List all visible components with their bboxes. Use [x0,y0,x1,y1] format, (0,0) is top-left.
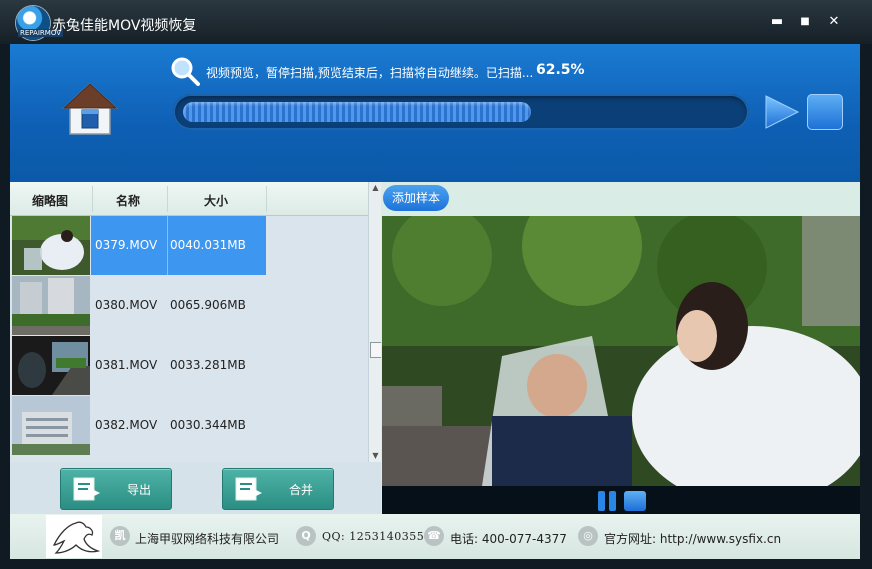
export-button[interactable]: 导出 [60,468,172,510]
file-name: 0379.MOV [95,238,158,252]
pause-icon[interactable] [596,491,618,511]
file-size: 0065.906MB [170,298,246,312]
file-row[interactable]: 0379.MOV 0040.031MB [10,216,368,276]
file-size: 0030.344MB [170,418,246,432]
title-bar[interactable]: REPAIRMOV 赤兔佳能MOV视频恢复 ▬ ■ ✕ [0,0,872,44]
file-list: 0379.MOV 0040.031MB 0380.MOV 0065.906MB [10,216,368,462]
file-name: 0381.MOV [95,358,158,372]
website-link[interactable]: 官方网址: http://www.sysfix.cn [604,530,781,547]
company-name: 上海甲驭网络科技有限公司 [135,532,280,546]
video-thumbnail [12,216,90,275]
play-icon[interactable] [764,94,800,130]
file-size: 0040.031MB [170,238,246,252]
file-row[interactable]: 0381.MOV 0033.281MB [10,336,368,396]
maximize-button[interactable]: ■ [793,12,817,32]
scan-header: 视频预览，暂停扫描,预览结束后，扫描将自动继续。已扫描... 62.5% [10,44,860,182]
export-icon [73,477,100,501]
column-thumbnail[interactable]: 缩略图 [32,192,68,209]
column-divider [167,186,168,212]
video-thumbnail [12,396,90,455]
app-window: REPAIRMOV 赤兔佳能MOV视频恢复 ▬ ■ ✕ 视频预览，暂停扫描,预览… [0,0,872,569]
file-list-panel: 缩略图 名称 大小 0379.MOV 0040.031MB 0380.MOV 0… [10,182,383,514]
scan-percent: 62.5% [536,62,585,78]
video-thumbnail [12,336,90,395]
list-header: 缩略图 名称 大小 [10,182,368,216]
add-sample-button[interactable]: 添加样本 [383,185,449,211]
merge-label: 合并 [289,483,314,497]
file-size: 0033.281MB [170,358,246,372]
preview-panel: 添加样本 [381,182,860,514]
video-thumbnail [12,276,90,335]
file-row[interactable]: 0382.MOV 0030.344MB [10,396,368,456]
merge-icon [235,477,262,501]
scan-status-text: 视频预览，暂停扫描,预览结束后，扫描将自动继续。已扫描... [206,66,534,80]
scan-progress-fill [183,102,531,122]
merge-button[interactable]: 合并 [222,468,334,510]
globe-icon: ◎ [578,526,598,546]
qq-icon: Q [296,526,316,546]
video-stop-button[interactable] [624,491,646,511]
phone-number: 电话: 400-077-4377 [450,532,567,546]
company-icon: 凯 [110,526,130,546]
search-icon [171,57,200,86]
video-preview[interactable] [382,216,860,486]
minimize-button[interactable]: ▬ [765,12,789,32]
export-label: 导出 [127,483,152,497]
company-horse-logo [46,515,102,558]
close-button[interactable]: ✕ [822,12,846,32]
stop-button[interactable] [807,94,843,130]
list-scrollbar[interactable]: ▲ ▼ [368,182,383,462]
file-row[interactable]: 0380.MOV 0065.906MB [10,276,368,336]
column-divider [92,186,93,212]
window-title: 赤兔佳能MOV视频恢复 [52,18,197,34]
row-divider [167,216,168,275]
column-divider [266,186,267,212]
scan-progress-bar [173,94,749,130]
qq-number: QQ: 1253140355 [322,530,425,543]
footer-bar: 凯 上海甲驭网络科技有限公司 Q QQ: 1253140355 ☎ 电话: 40… [10,514,860,559]
file-name: 0382.MOV [95,418,158,432]
column-name[interactable]: 名称 [116,192,140,209]
column-size[interactable]: 大小 [204,192,228,209]
phone-icon: ☎ [424,526,444,546]
video-controls [382,486,860,514]
file-name: 0380.MOV [95,298,158,312]
home-icon[interactable] [62,80,118,140]
